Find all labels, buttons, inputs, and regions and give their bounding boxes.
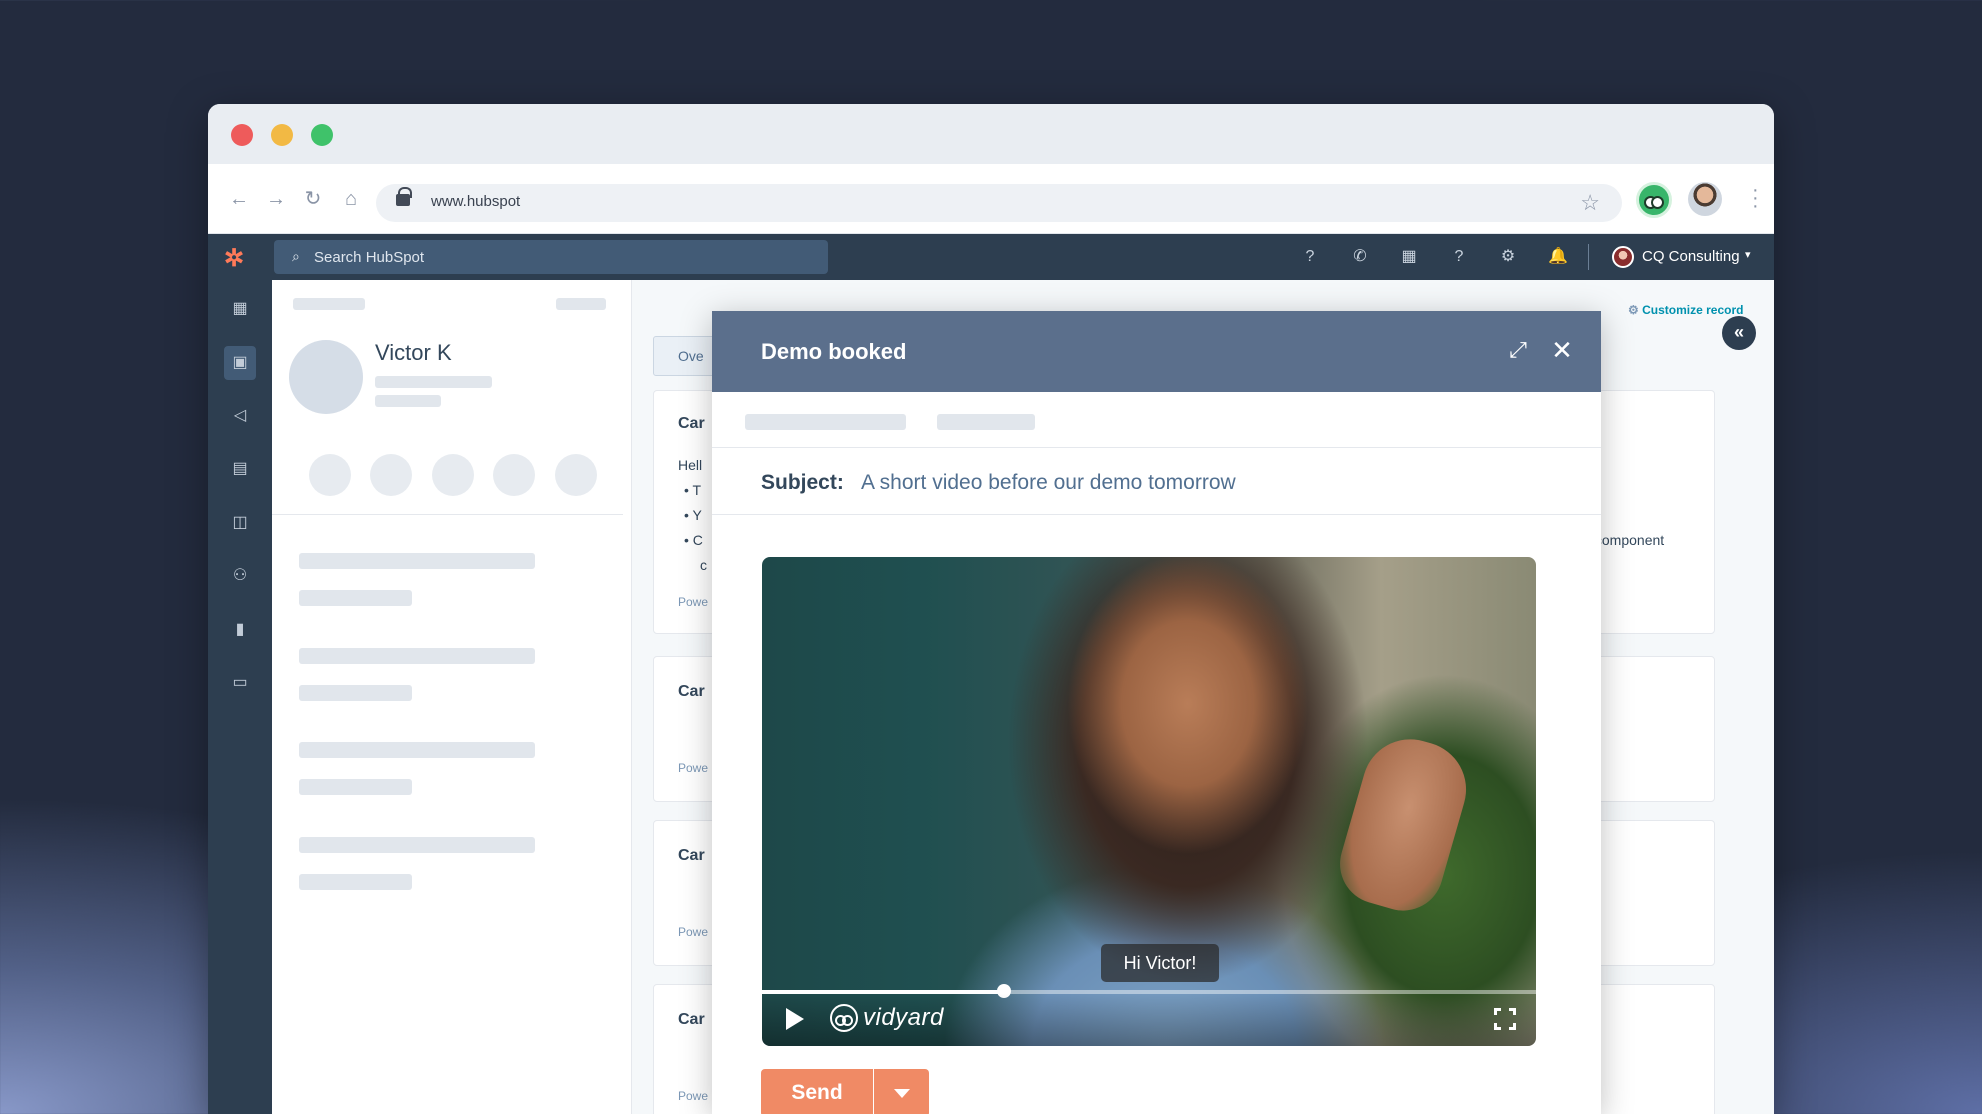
chevron-down-icon[interactable]: ▾ [1745,248,1751,261]
contact-avatar [289,340,363,414]
play-icon[interactable] [786,1008,804,1030]
url-text: www.hubspot [431,193,521,210]
url-field[interactable]: www.hubspot ☆ [376,184,1622,222]
card-title: Car [678,415,705,432]
placeholder-bar [375,376,492,388]
placeholder-bar [293,298,365,310]
notifications-bell-icon[interactable]: 🔔 [1547,246,1569,268]
browser-menu-icon[interactable]: · · · [1752,180,1759,216]
maximize-window-button[interactable] [311,124,333,146]
card-footer: Powe [678,925,709,939]
placeholder-bar [299,648,535,664]
card-text: • C [684,532,703,548]
placeholder-bar [299,553,535,569]
card-title: Car [678,683,705,700]
contact-name: Victor K [375,340,452,365]
placeholder-bar [299,837,535,853]
modal-header: Demo booked ⤢ ✕ [712,311,1601,392]
title-bar [208,104,1774,164]
placeholder-bar [299,685,412,701]
card-footer: Powe [678,595,709,609]
placeholder-bar [745,414,906,430]
contact-left-panel: Victor K [272,280,632,1114]
placeholder-bar [556,298,606,310]
subject-label: Subject: [761,471,844,494]
back-icon[interactable]: ← [228,188,250,210]
home-icon[interactable]: ⌂ [340,188,362,210]
card-title: Car [678,847,705,864]
close-window-button[interactable] [231,124,253,146]
quick-action-button[interactable] [555,454,597,496]
send-options-chevron-down-icon[interactable] [874,1069,929,1114]
calling-icon[interactable]: ✆ [1349,246,1371,268]
hubspot-logo-icon[interactable]: ✲ [224,244,244,273]
send-button[interactable]: Send [761,1069,873,1114]
quick-action-button[interactable] [493,454,535,496]
video-controls: vidyard [762,994,1536,1046]
sidebar-item-bookmarks-icon[interactable]: ▦ [224,292,256,326]
address-bar: ← → ↻ ⌂ www.hubspot ☆ · · · [208,164,1774,234]
settings-gear-icon[interactable]: ⚙ [1497,246,1519,268]
card-footer: Powe [678,1089,709,1103]
placeholder-bar [937,414,1035,430]
fullscreen-icon[interactable] [1494,1008,1516,1030]
bookmark-star-icon[interactable]: ☆ [1580,190,1600,216]
forward-icon[interactable]: → [265,188,287,210]
search-placeholder: Search HubSpot [314,249,425,266]
hubspot-search-input[interactable]: ⌕ Search HubSpot [274,240,828,274]
sidebar-item-marketing-icon[interactable]: ◁ [224,399,256,433]
card-footer: Powe [678,761,709,775]
lock-icon [396,187,412,206]
minimize-window-button[interactable] [271,124,293,146]
collapse-sidebar-icon[interactable]: « [1722,316,1756,350]
modal-title: Demo booked [761,339,907,364]
vidyard-brand: vidyard [863,1004,944,1031]
hubspot-top-nav: ✲ ⌕ Search HubSpot ? ✆ ▦ ? ⚙ 🔔 CQ Consul… [208,234,1774,280]
customize-record-link[interactable]: Customize record [1628,303,1743,317]
video-caption: Hi Victor! [1101,944,1219,982]
placeholder-bar [299,779,412,795]
profile-avatar[interactable] [1688,182,1722,216]
sidebar-item-content-icon[interactable]: ▤ [224,452,256,486]
waving-hand [1330,727,1478,921]
quick-action-button[interactable] [370,454,412,496]
account-name[interactable]: CQ Consulting [1642,248,1740,265]
subject-field[interactable]: Subject: A short video before our demo t… [712,447,1601,515]
quick-action-button[interactable] [432,454,474,496]
search-icon: ⌕ [292,248,300,264]
subject-value[interactable]: A short video before our demo tomorrow [861,471,1236,495]
close-icon[interactable]: ✕ [1547,335,1577,365]
placeholder-bar [375,395,441,407]
account-avatar[interactable] [1612,246,1634,268]
email-compose-modal: Demo booked ⤢ ✕ Subject: A short video b… [712,311,1601,1114]
video-player[interactable]: Hi Victor! vidyard [762,557,1536,1046]
sidebar-item-commerce-icon[interactable]: ◫ [224,506,256,540]
help-icon[interactable]: ? [1448,246,1470,268]
placeholder-bar [299,874,412,890]
sidebar-item-reporting-icon[interactable]: ▮ [224,613,256,647]
expand-icon[interactable]: ⤢ [1503,335,1533,365]
card-text: c [700,557,707,573]
vidyard-extension-icon[interactable] [1636,182,1672,218]
card-text: • Y [684,507,702,523]
vidyard-logo-icon [830,1004,858,1032]
sidebar-item-contacts-icon[interactable]: ▣ [224,346,256,380]
card-text: Hell [678,457,703,473]
nav-divider [1588,244,1589,270]
card-title: Car [678,1011,705,1028]
hubspot-sidebar: ▦ ▣ ◁ ▤ ◫ ⚇ ▮ ▭ [208,280,272,1114]
quick-action-button[interactable] [309,454,351,496]
placeholder-bar [299,742,535,758]
reload-icon[interactable]: ↻ [302,188,324,210]
divider [272,514,623,515]
sidebar-item-library-icon[interactable]: ▭ [224,666,256,700]
card-text: • T [684,482,702,498]
upgrade-icon[interactable]: ? [1299,246,1321,268]
marketplace-icon[interactable]: ▦ [1398,246,1420,268]
placeholder-bar [299,590,412,606]
tab-overview-label: Ove [678,348,704,364]
sidebar-item-automation-icon[interactable]: ⚇ [224,559,256,593]
